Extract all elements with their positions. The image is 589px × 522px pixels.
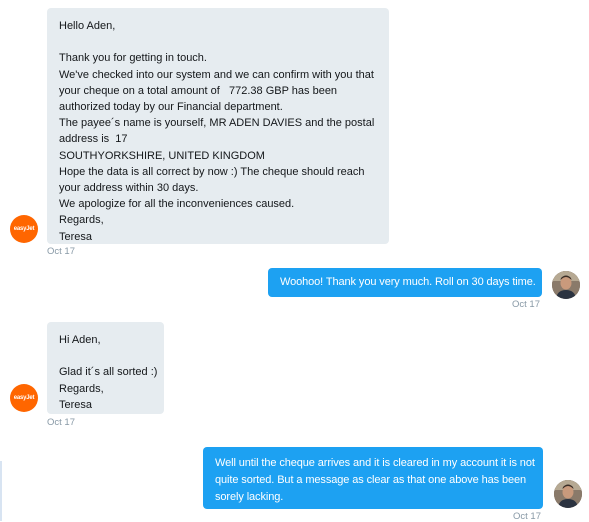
message-line: Glad it´s all sorted :) bbox=[59, 366, 158, 379]
message-line: We've checked into our system and we can… bbox=[59, 68, 374, 81]
message-line: Regards, bbox=[59, 382, 104, 395]
easyjet-logo: easyJet bbox=[13, 226, 35, 232]
message-bubble-outgoing[interactable]: Woohoo! Thank you very much. Roll on 30 … bbox=[268, 268, 542, 297]
message-line: your cheque on a total amount of 772.38 … bbox=[59, 84, 338, 97]
message-line: SOUTHYORKSHIRE, UNITED KINGDOM bbox=[59, 149, 265, 162]
message-timestamp: Oct 17 bbox=[512, 299, 540, 310]
message-timestamp: Oct 17 bbox=[47, 246, 75, 257]
user-photo-icon bbox=[554, 480, 582, 508]
message-line: address is 17 bbox=[59, 133, 128, 146]
message-line: sorely lacking. bbox=[215, 490, 284, 503]
message-line: Thank you for getting in touch. bbox=[59, 52, 207, 65]
message-line: authorized today by our Financial depart… bbox=[59, 101, 283, 113]
message-bubble-incoming[interactable]: Hi Aden, Glad it´s all sorted :) Regards… bbox=[47, 322, 164, 414]
message-timestamp: Oct 17 bbox=[47, 417, 75, 428]
scroll-edge-divider bbox=[0, 461, 2, 521]
message-bubble-incoming[interactable]: Hello Aden, Thank you for getting in tou… bbox=[47, 8, 389, 244]
message-line: Teresa bbox=[59, 230, 93, 243]
message-bubble-outgoing[interactable]: Well until the cheque arrives and it is … bbox=[203, 447, 543, 509]
message-line: Hi Aden, bbox=[59, 334, 101, 346]
easyjet-logo: easyJet bbox=[13, 395, 35, 401]
user-avatar[interactable] bbox=[552, 271, 580, 299]
message-line: Hello Aden, bbox=[59, 20, 116, 32]
easyjet-avatar[interactable]: easyJet bbox=[10, 384, 38, 412]
message-line: Woohoo! Thank you very much. Roll on 30 … bbox=[280, 276, 536, 288]
message-line: The payee´s name is yourself, MR ADEN DA… bbox=[59, 117, 375, 130]
message-line: Regards, bbox=[59, 214, 104, 227]
user-photo-icon bbox=[552, 271, 580, 299]
conversation-thread: Hello Aden, Thank you for getting in tou… bbox=[0, 0, 589, 522]
user-avatar[interactable] bbox=[554, 480, 582, 508]
message-timestamp: Oct 17 bbox=[513, 511, 541, 522]
message-line: We apologize for all the inconveniences … bbox=[59, 198, 295, 211]
message-line: your address within 30 days. bbox=[59, 182, 199, 195]
message-line: Well until the cheque arrives and it is … bbox=[215, 457, 535, 469]
message-line: Teresa bbox=[59, 398, 93, 411]
message-line: Hope the data is all correct by now :) T… bbox=[59, 165, 365, 178]
message-line bbox=[59, 34, 377, 50]
easyjet-avatar[interactable]: easyJet bbox=[10, 215, 38, 243]
message-line bbox=[59, 348, 152, 364]
message-line: quite sorted. But a message as clear as … bbox=[215, 473, 527, 486]
